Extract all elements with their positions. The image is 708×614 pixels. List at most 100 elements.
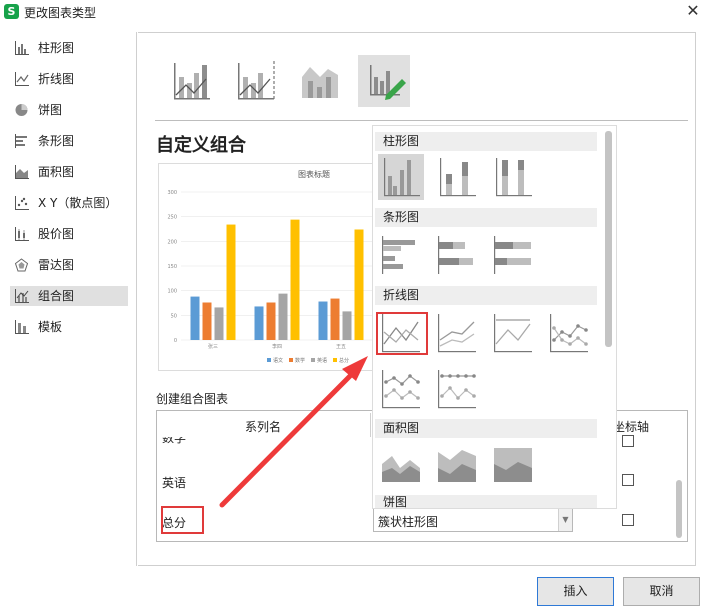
stacked-bar-icon — [438, 236, 473, 274]
sidebar-item-scatter[interactable]: X Y（散点图） — [10, 193, 128, 213]
close-button[interactable]: ✕ — [684, 2, 702, 20]
percent-line-markers-option[interactable] — [434, 366, 480, 412]
area-chart-icon — [15, 165, 29, 179]
sidebar-item-label: X Y（散点图） — [38, 196, 118, 210]
percent-stacked-column-option[interactable] — [490, 154, 536, 200]
group-header-line: 折线图 — [375, 286, 597, 305]
sidebar-item-label: 折线图 — [38, 72, 75, 86]
percent-stacked-area-option[interactable] — [490, 442, 536, 488]
sidebar-item-pie[interactable]: 饼图 — [10, 100, 128, 120]
sidebar-item-label: 柱形图 — [38, 41, 75, 55]
legend-label: 英语 — [317, 357, 327, 364]
title-bar: S 更改图表类型 ✕ — [0, 0, 708, 24]
area-option[interactable] — [378, 442, 424, 488]
combo-custom-button[interactable] — [358, 55, 410, 107]
preview-chart-svg: 图表标题 300 250 200 150 100 50 0 张三 李四 王五 语文 数学 英语 总分 — [167, 169, 373, 364]
sidebar-item-area[interactable]: 面积图 — [10, 162, 128, 182]
combo-preset-1-button[interactable] — [166, 55, 218, 107]
bar-数学 — [202, 302, 212, 340]
series-name-header: 系列名 — [245, 420, 282, 434]
section-title: 自定义组合 — [156, 135, 246, 156]
line-markers-option[interactable] — [546, 310, 592, 356]
group-header-pie: 饼图 — [375, 495, 597, 508]
bar-英语 — [342, 311, 352, 340]
chart-type-select-value: 簇状柱形图 — [378, 515, 439, 529]
stock-chart-icon — [15, 227, 29, 241]
stacked-area-icon — [438, 450, 476, 482]
preview-chart-title: 图表标题 — [298, 169, 330, 179]
x-tick-label: 王五 — [336, 344, 346, 350]
chart-preview: 图表标题 300 250 200 150 100 50 0 张三 李四 王五 语文 数学 英语 总分 — [158, 163, 376, 371]
group-header-column: 柱形图 — [375, 132, 597, 151]
stacked-line-option[interactable] — [434, 310, 480, 356]
section-divider — [155, 120, 688, 121]
create-combo-label: 创建组合图表 — [156, 392, 229, 406]
bar-总分 — [354, 229, 364, 340]
area-icon — [382, 456, 420, 482]
stacked-area-option[interactable] — [434, 442, 480, 488]
y-tick-label: 300 — [167, 190, 177, 196]
stacked-column-icon — [440, 158, 476, 197]
clustered-bar-icon — [382, 236, 415, 274]
clustered-bar-option[interactable] — [378, 232, 424, 278]
stacked-bar-option[interactable] — [434, 232, 480, 278]
secondary-axis-checkbox[interactable] — [622, 474, 634, 486]
clustered-column-option[interactable] — [378, 154, 424, 200]
sidebar-item-bar[interactable]: 条形图 — [10, 131, 128, 151]
group-header-bar: 条形图 — [375, 208, 597, 227]
combo-preset-2-button[interactable] — [230, 55, 282, 107]
legend-swatch — [311, 358, 315, 362]
series-name-english: 英语 — [162, 476, 187, 490]
sidebar-item-label: 雷达图 — [38, 258, 75, 272]
insert-button[interactable]: 插入 — [537, 577, 614, 606]
stacked-line-markers-option[interactable] — [378, 366, 424, 412]
secondary-axis-checkbox[interactable] — [622, 514, 634, 526]
combo-preset-3-icon — [302, 67, 338, 98]
chevron-down-icon[interactable]: ▼ — [558, 509, 572, 531]
bar-语文 — [318, 301, 328, 340]
column-chart-icon — [15, 41, 29, 55]
sidebar-item-label: 饼图 — [38, 103, 63, 117]
table-scrollbar[interactable] — [676, 480, 682, 538]
chart-type-select[interactable]: 簇状柱形图 ▼ — [373, 508, 573, 532]
combo-preset-3-button[interactable] — [294, 55, 346, 107]
template-icon — [15, 320, 29, 334]
cancel-button[interactable]: 取消 — [623, 577, 700, 606]
legend-swatch — [267, 358, 271, 362]
percent-stacked-line-icon — [494, 314, 532, 353]
stacked-line-icon — [438, 314, 476, 353]
chart-type-sidebar: 柱形图 折线图 饼图 条形图 面积图 X Y（散点图） 股价图 雷达图 组合图 … — [4, 32, 137, 566]
header-separator — [370, 413, 371, 437]
percent-stacked-area-icon — [494, 448, 532, 482]
combo-preset-1-icon — [174, 63, 210, 100]
combo-custom-icon — [370, 65, 406, 100]
percent-line-markers-icon — [438, 370, 476, 409]
combo-preset-2-icon — [238, 61, 275, 100]
line-chart-icon — [15, 72, 29, 86]
popup-scrollbar[interactable] — [605, 131, 612, 347]
legend-label: 数学 — [295, 357, 305, 364]
stacked-column-option[interactable] — [434, 154, 480, 200]
secondary-axis-checkbox[interactable] — [622, 435, 634, 447]
y-tick-label: 0 — [174, 338, 177, 344]
legend-swatch — [289, 358, 293, 362]
line-markers-icon — [550, 314, 588, 353]
sidebar-item-stock[interactable]: 股价图 — [10, 224, 128, 244]
percent-stacked-line-option[interactable] — [490, 310, 536, 356]
sidebar-item-line[interactable]: 折线图 — [10, 69, 128, 89]
secondary-axis-header: 坐标轴 — [613, 420, 650, 434]
scatter-chart-icon — [15, 196, 29, 210]
percent-stacked-bar-option[interactable] — [490, 232, 536, 278]
sidebar-item-radar[interactable]: 雷达图 — [10, 255, 128, 275]
bar-语文 — [190, 296, 200, 340]
sidebar-item-column[interactable]: 柱形图 — [10, 38, 128, 58]
group-header-area: 面积图 — [375, 419, 597, 438]
sidebar-item-combo[interactable]: 组合图 — [10, 286, 128, 306]
bar-英语 — [214, 307, 224, 340]
sidebar-item-label: 组合图 — [38, 289, 75, 303]
bar-总分 — [226, 224, 236, 340]
highlight-box-total — [161, 506, 204, 534]
sidebar-item-template[interactable]: 模板 — [10, 317, 128, 337]
bar-语文 — [254, 306, 264, 340]
window-title: 更改图表类型 — [24, 6, 97, 20]
